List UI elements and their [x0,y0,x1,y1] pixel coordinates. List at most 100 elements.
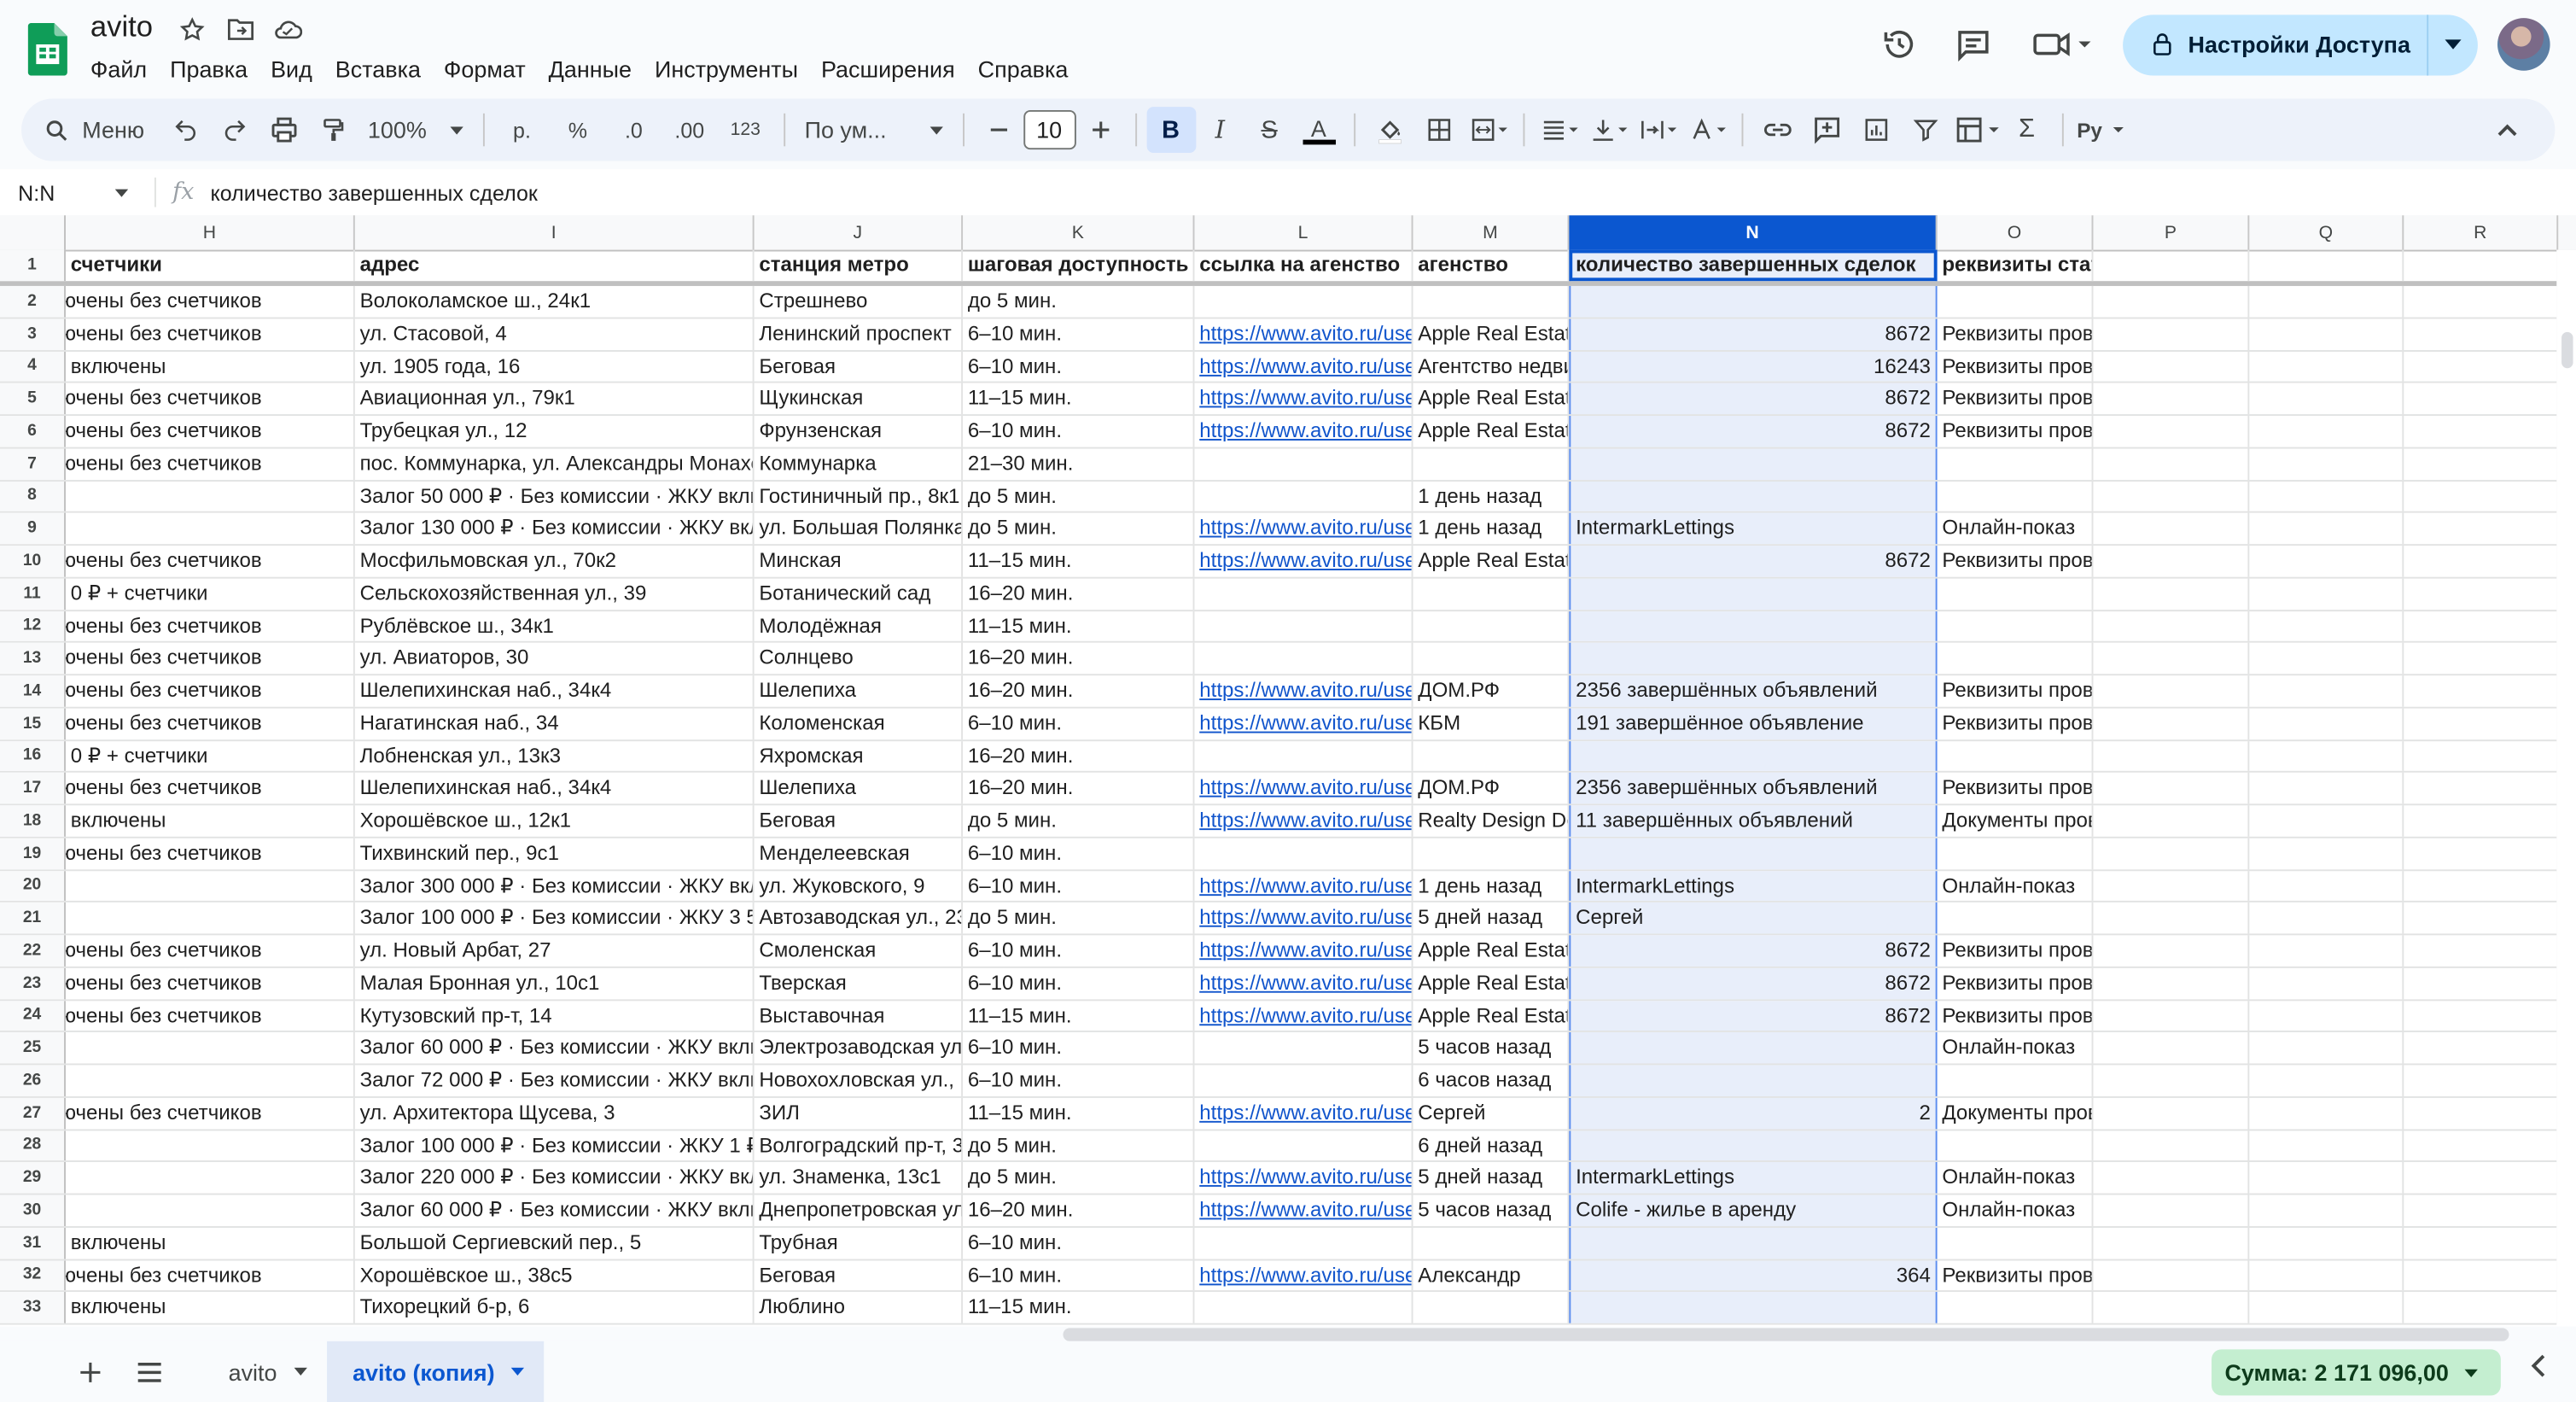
cell-n[interactable]: Colife - жилье в аренду [1569,1195,1938,1226]
cell-h[interactable]: включены [66,1227,355,1259]
font-size-input[interactable]: 10 [1023,109,1075,150]
cell-m[interactable] [1413,643,1570,675]
cell-k[interactable]: до 5 мин. [963,285,1195,318]
cell-p[interactable] [2093,740,2250,772]
cell-n[interactable]: 8672 [1569,546,1938,577]
cell-j[interactable]: Электрозаводская ул. [755,1032,964,1064]
cell-p[interactable] [2093,708,2250,739]
cell-k[interactable]: 6–10 мин. [963,1032,1195,1064]
row-header[interactable]: 4 [0,350,66,383]
cell-o[interactable]: Реквизиты проверены [1938,318,2094,350]
row-header[interactable]: 17 [0,773,66,804]
sheets-logo-icon[interactable] [27,22,67,76]
cell-j[interactable]: Менделеевская [755,838,964,869]
cell-p[interactable] [2093,870,2250,902]
cell-j[interactable]: Яхромская [755,740,964,772]
text-wrap-icon[interactable] [1633,107,1682,153]
cell-p[interactable] [2093,675,2250,707]
spreadsheet-grid[interactable]: HIJKLMNOPQR 1 счетчики адрес станция метро ш… [0,215,2576,1327]
borders-icon[interactable] [1414,107,1464,153]
cell-r[interactable] [2404,1032,2559,1064]
cell-j[interactable]: Минская [755,546,964,577]
cell-q[interactable] [2249,708,2404,739]
cell-h[interactable]: включены [66,350,355,383]
font-size-increase-icon[interactable] [1075,107,1125,153]
cell-q[interactable] [2249,1097,2404,1129]
redo-icon[interactable] [210,107,259,153]
cell-k[interactable]: до 5 мин. [963,1162,1195,1194]
cell-r[interactable] [2404,285,2559,318]
cell-i[interactable]: Трубецкая ул., 12 [355,416,755,447]
cell-p[interactable] [2093,578,2250,610]
cell-m[interactable] [1413,448,1570,480]
meet-icon[interactable] [2027,25,2096,64]
cell-k[interactable]: 21–30 мин. [963,448,1195,480]
vertical-scrollbar[interactable] [2556,249,2576,1327]
text-color-button[interactable]: A [1294,107,1343,153]
cell-q[interactable] [2249,1195,2404,1226]
cell-j[interactable]: Беговая [755,805,964,837]
cell-h[interactable]: ючены без счетчиков [66,643,355,675]
row-header[interactable]: 16 [0,740,66,772]
cell-k[interactable]: 16–20 мин. [963,675,1195,707]
cell-m[interactable]: 6 дней назад [1413,1130,1570,1161]
cell-q[interactable] [2249,318,2404,350]
cell-n[interactable] [1569,1292,1938,1323]
cell-n[interactable] [1569,740,1938,772]
row-header[interactable]: 12 [0,610,66,642]
cell-l[interactable]: https://www.avito.ru/user [1194,870,1413,902]
cell-m[interactable]: 5 дней назад [1413,1162,1570,1194]
cell-i[interactable]: ул. Авиаторов, 30 [355,643,755,675]
cell-m[interactable] [1413,610,1570,642]
cell-l[interactable]: https://www.avito.ru/user [1194,967,1413,999]
cell-o[interactable]: Онлайн-показ [1938,513,2094,545]
cell-r[interactable] [2404,546,2559,577]
cell-i[interactable]: Сельскохозяйственная ул., 39 [355,578,755,610]
font-size-decrease-icon[interactable] [974,107,1023,153]
cell-m[interactable]: 5 часов назад [1413,1032,1570,1064]
cell-n[interactable]: 11 завершённых объявлений [1569,805,1938,837]
cell-m[interactable]: Apple Real Estate [1413,1000,1570,1031]
cell-r[interactable] [2404,1065,2559,1096]
cell-k[interactable]: до 5 мин. [963,1130,1195,1161]
cell-j[interactable]: Щукинская [755,383,964,415]
cell-p[interactable] [2093,1065,2250,1096]
horizontal-scrollbar-thumb[interactable] [1063,1328,2509,1341]
cell-n[interactable]: 2 [1569,1097,1938,1129]
cell-j[interactable]: Тверская [755,967,964,999]
cell-r[interactable] [2404,935,2559,967]
cell-o[interactable]: Онлайн-показ [1938,1162,2094,1194]
star-icon[interactable] [178,15,207,44]
cell-m[interactable] [1413,740,1570,772]
cell-m[interactable]: 1 день назад [1413,513,1570,545]
cell-h[interactable]: включены [66,805,355,837]
cell-o[interactable]: Документы проверены [1938,805,2094,837]
cell-l[interactable] [1194,643,1413,675]
cell-o[interactable]: Реквизиты проверены [1938,967,2094,999]
row-header[interactable]: 21 [0,903,66,934]
filter-views-icon[interactable] [1949,107,2002,153]
cell-l[interactable]: ссылка на агенство [1194,249,1413,282]
cell-n[interactable]: количество завершенных сделок [1569,249,1938,282]
strikethrough-button[interactable]: S [1244,107,1294,153]
cell-l[interactable]: https://www.avito.ru/user [1194,935,1413,967]
cell-j[interactable]: Гостиничный пр., 8к1 [755,481,964,512]
cell-q[interactable] [2249,675,2404,707]
horizontal-align-icon[interactable] [1534,107,1583,153]
percent-format-button[interactable]: % [550,107,605,153]
cell-h[interactable]: ючены без счетчиков [66,1259,355,1291]
cell-j[interactable]: Беговая [755,1259,964,1291]
cell-l[interactable] [1194,1227,1413,1259]
cell-h[interactable]: ючены без счетчиков [66,416,355,447]
column-header-i[interactable]: I [355,215,755,250]
cell-q[interactable] [2249,903,2404,934]
cell-n[interactable]: IntermarkLettings [1569,513,1938,545]
cell-h[interactable]: ючены без счетчиков [66,546,355,577]
cell-l[interactable]: https://www.avito.ru/user [1194,546,1413,577]
cell-p[interactable] [2093,1292,2250,1323]
increase-decimal-button[interactable]: .00 [661,107,717,153]
cell-l[interactable]: https://www.avito.ru/user [1194,1000,1413,1031]
menu-search[interactable]: Меню [21,107,160,153]
row-header[interactable]: 32 [0,1259,66,1291]
cell-o[interactable] [1938,1292,2094,1323]
